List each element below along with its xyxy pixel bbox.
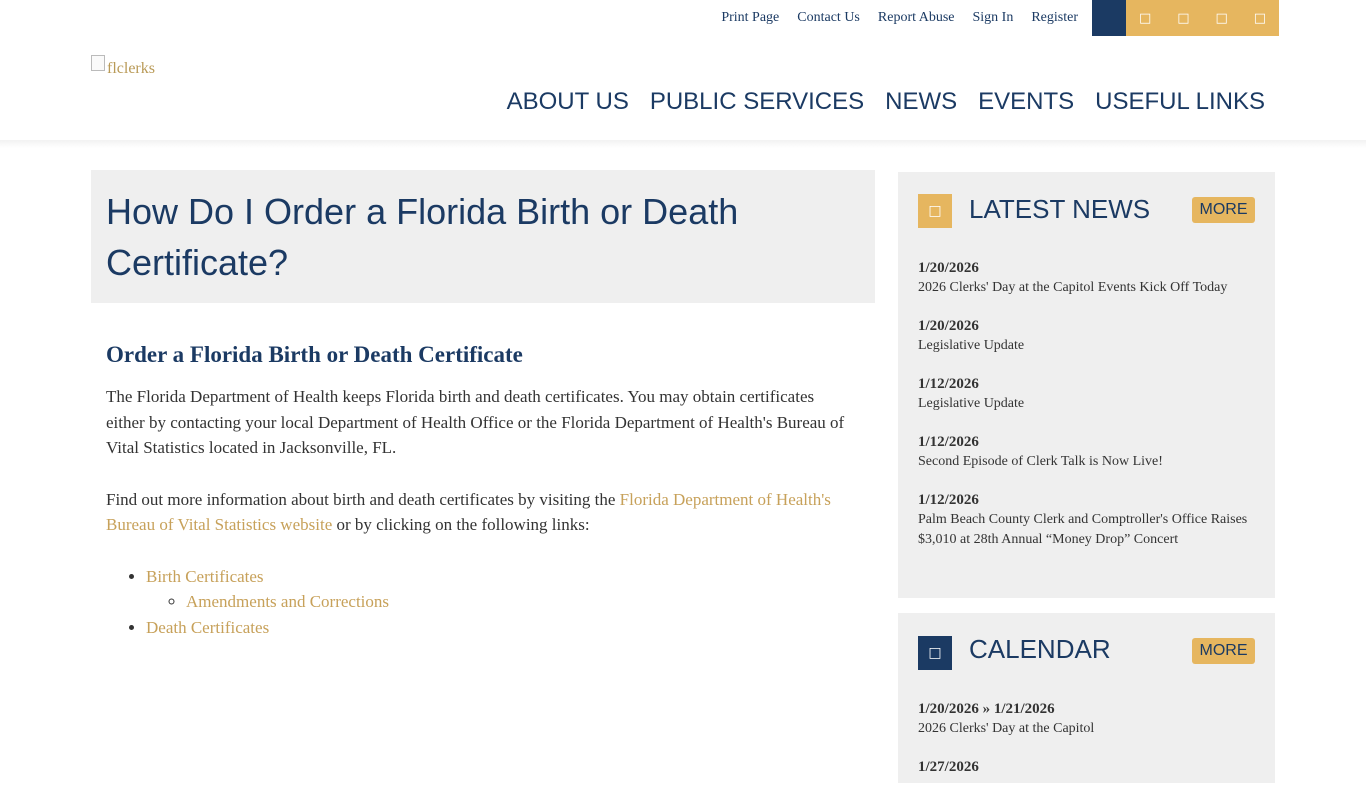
sign-in-link[interactable]: Sign In [973, 10, 1014, 26]
latest-news-title: LATEST NEWS [969, 194, 1151, 224]
news-list: 1/20/2026 2026 Clerks' Day at the Capito… [918, 258, 1263, 568]
event-title[interactable]: 2026 Clerks' Day at the Capitol [918, 719, 1263, 739]
news-item[interactable]: 1/20/2026 Legislative Update [918, 316, 1263, 356]
list-item: Death Certificates [146, 615, 846, 641]
news-date: 1/20/2026 [918, 318, 979, 334]
latest-news-widget: □ LATEST NEWS MORE 1/20/2026 2026 Clerks… [898, 172, 1275, 598]
social-icon-2[interactable]: □ [1164, 0, 1203, 36]
social-icon-3[interactable]: □ [1202, 0, 1241, 36]
article-body: Order a Florida Birth or Death Certifica… [106, 340, 846, 640]
article-paragraph-2: Find out more information about birth an… [106, 487, 846, 538]
social-icon-1[interactable]: □ [1126, 0, 1165, 36]
calendar-icon: □ [918, 636, 952, 670]
print-page-link[interactable]: Print Page [721, 10, 779, 26]
amendments-corrections-link[interactable]: Amendments and Corrections [186, 592, 389, 611]
page-title-box: How Do I Order a Florida Birth or Death … [91, 170, 875, 303]
calendar-widget: □ CALENDAR MORE 1/20/2026 » 1/21/2026 20… [898, 613, 1275, 783]
news-date: 1/12/2026 [918, 376, 979, 392]
nav-about-us[interactable]: ABOUT US [507, 88, 629, 116]
news-item[interactable]: 1/12/2026 Palm Beach County Clerk and Co… [918, 490, 1263, 550]
blank-navy-icon[interactable] [1092, 0, 1126, 36]
header-divider [0, 140, 1366, 148]
calendar-more-button[interactable]: MORE [1192, 638, 1255, 664]
event-item[interactable]: 1/20/2026 » 1/21/2026 2026 Clerks' Day a… [918, 699, 1263, 739]
site-logo[interactable]: flclerks [91, 55, 155, 78]
utility-links: Print Page Contact Us Report Abuse Sign … [703, 10, 1078, 26]
news-date: 1/12/2026 [918, 434, 979, 450]
page-title: How Do I Order a Florida Birth or Death … [106, 191, 739, 283]
logo-alt-text: flclerks [107, 60, 155, 77]
main-nav: ABOUT US PUBLIC SERVICES NEWS EVENTS USE… [486, 88, 1265, 116]
news-headline[interactable]: Palm Beach County Clerk and Comptroller'… [918, 510, 1263, 550]
news-item[interactable]: 1/12/2026 Legislative Update [918, 374, 1263, 414]
nav-events[interactable]: EVENTS [978, 88, 1074, 116]
news-date: 1/20/2026 [918, 260, 979, 276]
article-heading: Order a Florida Birth or Death Certifica… [106, 342, 523, 367]
news-item[interactable]: 1/20/2026 2026 Clerks' Day at the Capito… [918, 258, 1263, 298]
certificate-links-list: Birth Certificates Amendments and Correc… [106, 564, 846, 641]
paragraph-text: Find out more information about birth an… [106, 489, 620, 509]
news-headline[interactable]: Legislative Update [918, 394, 1263, 414]
news-date: 1/12/2026 [918, 492, 979, 508]
birth-certificates-link[interactable]: Birth Certificates [146, 567, 264, 586]
news-more-button[interactable]: MORE [1192, 197, 1255, 223]
article-paragraph-1: The Florida Department of Health keeps F… [106, 387, 845, 457]
register-link[interactable]: Register [1031, 10, 1078, 26]
nav-public-services[interactable]: PUBLIC SERVICES [650, 88, 864, 116]
utility-bar: Print Page Contact Us Report Abuse Sign … [0, 0, 1366, 36]
calendar-title: CALENDAR [969, 634, 1111, 664]
news-headline[interactable]: 2026 Clerks' Day at the Capitol Events K… [918, 278, 1263, 298]
paragraph-text: or by clicking on the following links: [332, 515, 590, 534]
event-list: 1/20/2026 » 1/21/2026 2026 Clerks' Day a… [918, 699, 1263, 795]
list-item: Amendments and Corrections [186, 589, 846, 615]
death-certificates-link[interactable]: Death Certificates [146, 618, 269, 637]
nav-news[interactable]: NEWS [885, 88, 957, 116]
news-item[interactable]: 1/12/2026 Second Episode of Clerk Talk i… [918, 432, 1263, 472]
list-item: Birth Certificates Amendments and Correc… [146, 564, 846, 615]
social-icons: □ □ □ □ [1092, 0, 1279, 36]
event-date: 1/27/2026 [918, 759, 979, 775]
report-abuse-link[interactable]: Report Abuse [878, 10, 955, 26]
social-icon-4[interactable]: □ [1240, 0, 1279, 36]
sub-list: Amendments and Corrections [146, 589, 846, 615]
news-headline[interactable]: Legislative Update [918, 336, 1263, 356]
event-item[interactable]: 1/27/2026 [918, 757, 1263, 777]
broken-image-icon [91, 55, 105, 71]
newspaper-icon: □ [918, 194, 952, 228]
event-date: 1/20/2026 » 1/21/2026 [918, 701, 1055, 717]
contact-us-link[interactable]: Contact Us [797, 10, 860, 26]
news-headline[interactable]: Second Episode of Clerk Talk is Now Live… [918, 452, 1263, 472]
nav-useful-links[interactable]: USEFUL LINKS [1095, 88, 1265, 116]
